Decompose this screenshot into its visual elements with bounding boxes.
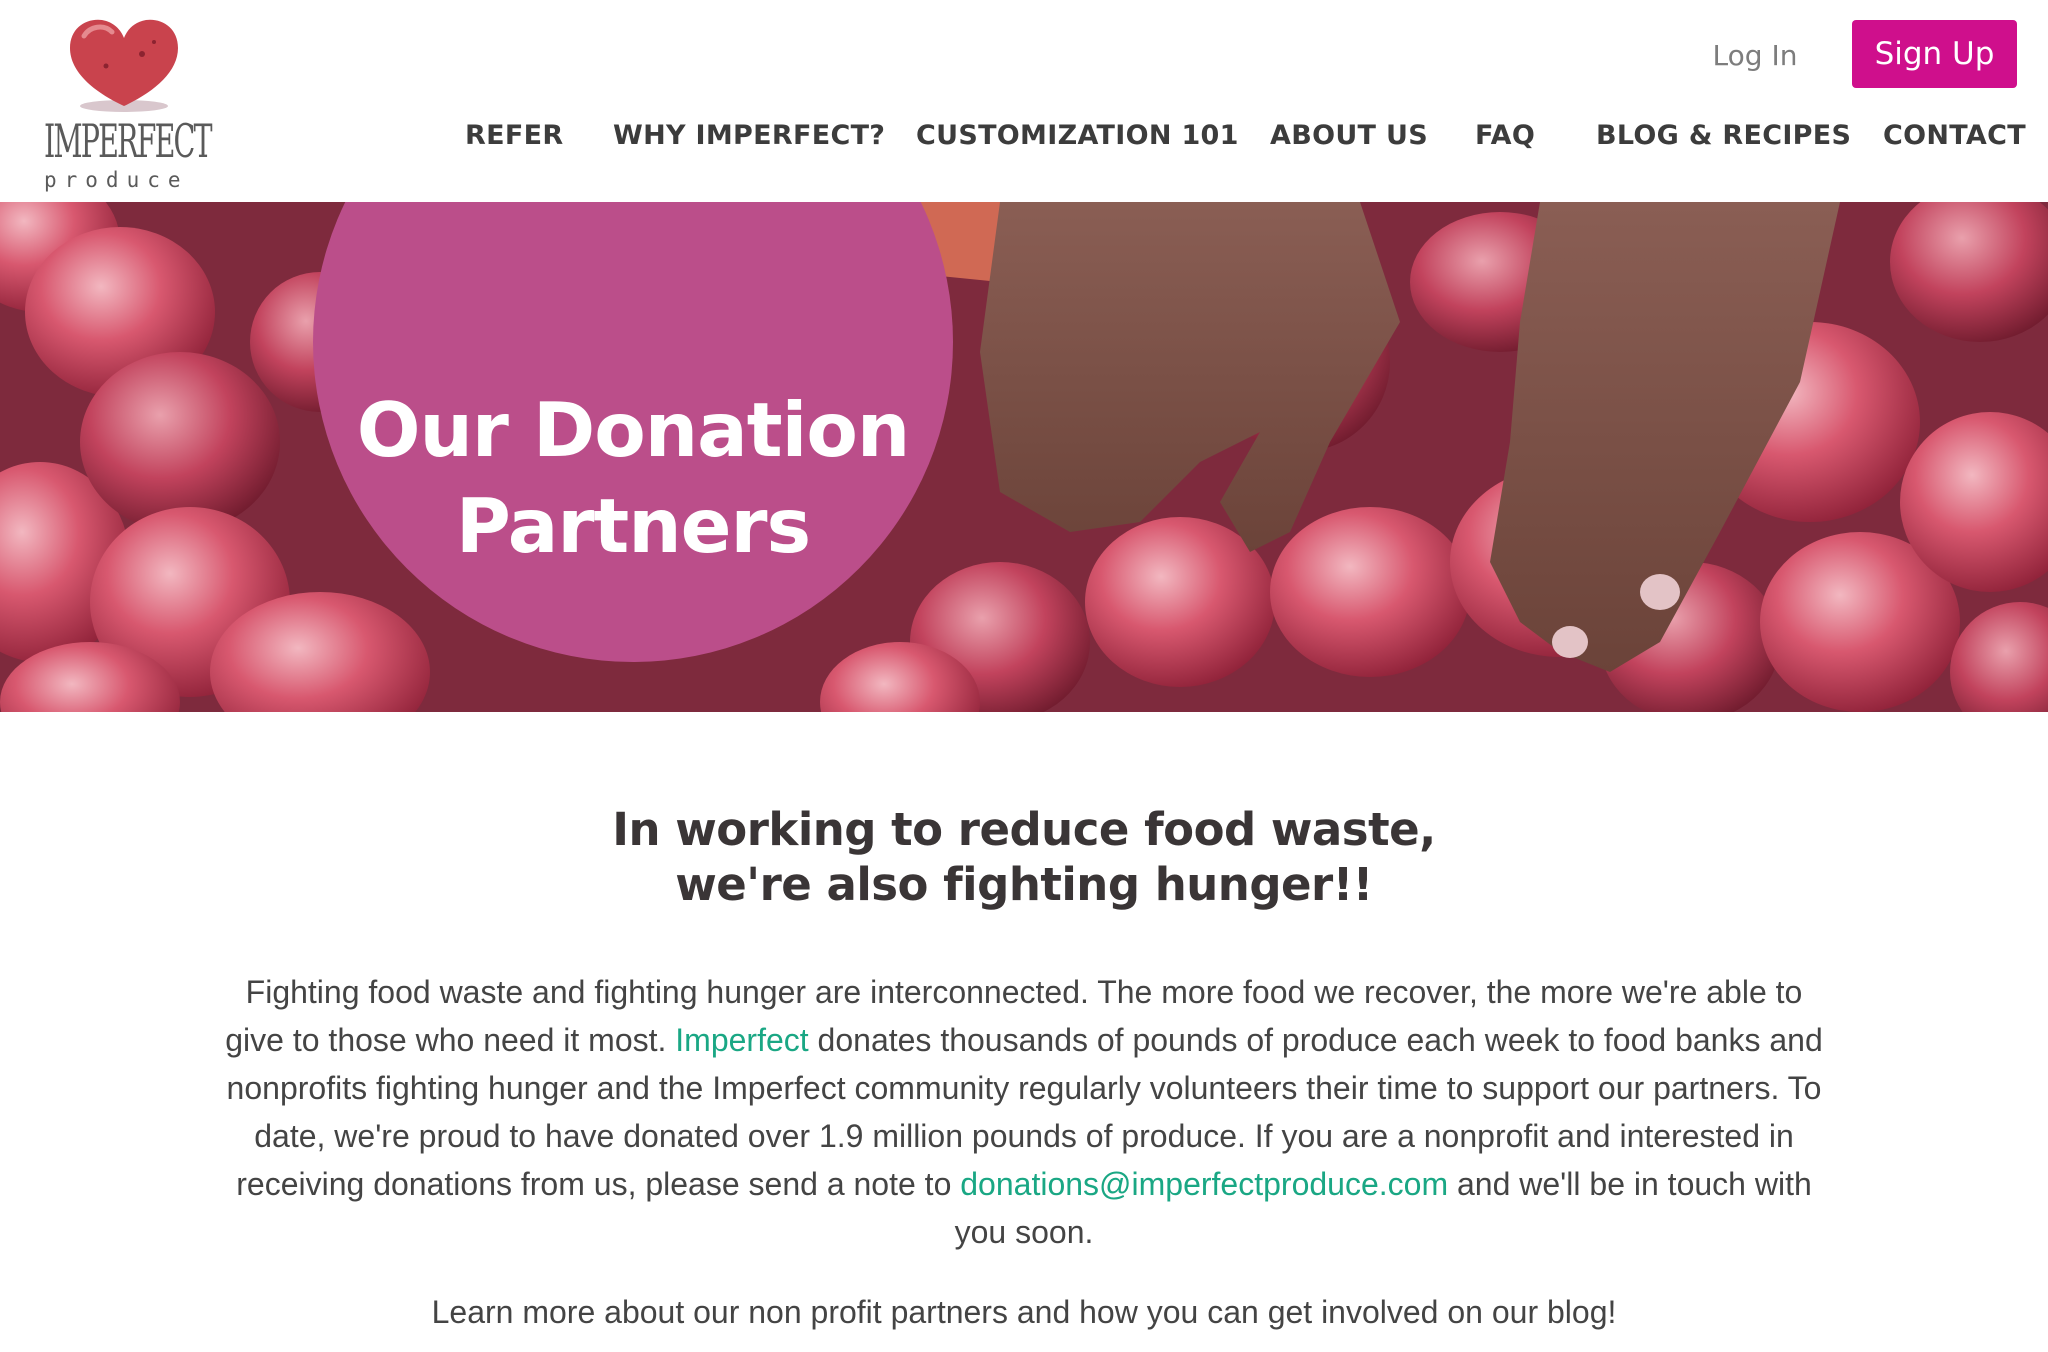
hero-banner: Our Donation Partners <box>0 202 2048 712</box>
hero-title: Our Donation Partners <box>313 382 953 574</box>
hero-title-line-2: Partners <box>455 482 811 570</box>
site-header: IMPERFECT produce Log In Sign Up REFER W… <box>0 0 2048 202</box>
nav-item-contact[interactable]: CONTACT <box>1883 116 2026 156</box>
nav-item-why-imperfect[interactable]: WHY IMPERFECT? <box>613 116 885 156</box>
donations-email-link[interactable]: donations@imperfectproduce.com <box>960 1166 1448 1202</box>
log-in-link[interactable]: Log In <box>1700 34 1810 78</box>
blog-cta-text: Learn more about our non profit partners… <box>431 1294 1617 1330</box>
main-nav: REFER WHY IMPERFECT? CUSTOMIZATION 101 A… <box>0 116 2048 156</box>
nav-item-faq[interactable]: FAQ <box>1475 116 1535 156</box>
imperfect-link[interactable]: Imperfect <box>675 1022 808 1058</box>
donation-paragraph: Fighting food waste and fighting hunger … <box>220 968 1828 1256</box>
logo-subtitle: produce <box>44 168 189 192</box>
heart-potato-icon <box>70 19 178 112</box>
hero-title-line-1: Our Donation <box>356 386 911 474</box>
nav-item-blog-recipes[interactable]: BLOG & RECIPES <box>1596 116 1851 156</box>
potatoes-hands-photo <box>0 202 2048 712</box>
nav-item-refer[interactable]: REFER <box>465 116 563 156</box>
headline-line-2: we're also fighting hunger!! <box>675 858 1373 911</box>
sign-up-button[interactable]: Sign Up <box>1852 20 2017 88</box>
headline-line-1: In working to reduce food waste, <box>612 803 1436 856</box>
imperfect-produce-logo[interactable]: IMPERFECT produce <box>40 14 213 192</box>
nav-item-about-us[interactable]: ABOUT US <box>1270 116 1428 156</box>
nav-item-customization-101[interactable]: CUSTOMIZATION 101 <box>916 116 1239 156</box>
section-headline: In working to reduce food waste, we're a… <box>424 802 1624 912</box>
